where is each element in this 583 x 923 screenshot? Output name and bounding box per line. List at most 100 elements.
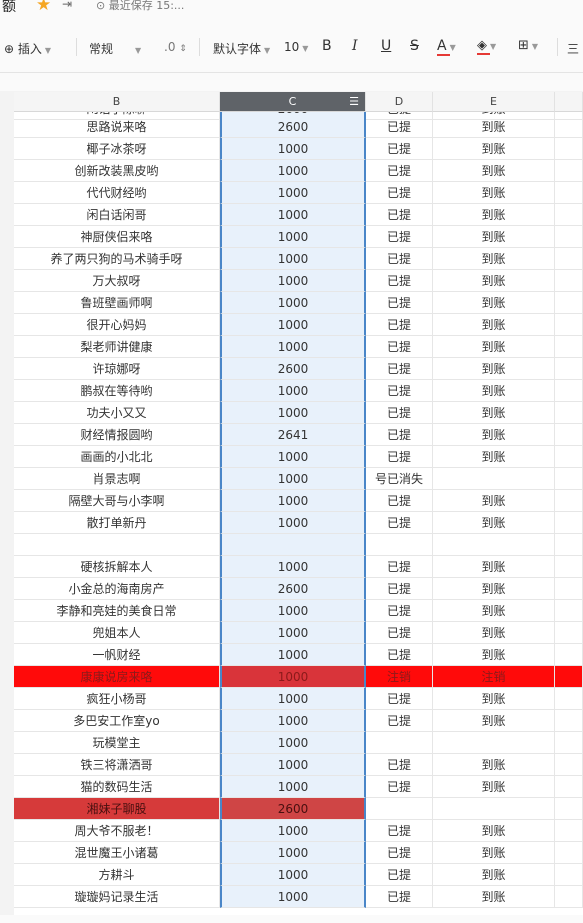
result-cell[interactable]: 到账 xyxy=(433,864,555,886)
name-cell[interactable]: 疯狂小杨哥 xyxy=(14,688,220,710)
status-cell[interactable]: 已提 xyxy=(366,688,433,710)
amount-cell[interactable]: 1000 xyxy=(220,160,366,182)
name-cell[interactable]: 养了两只狗的马术骑手呀 xyxy=(14,248,220,270)
empty-cell[interactable] xyxy=(555,116,583,138)
status-cell[interactable]: 已提 xyxy=(366,336,433,358)
empty-cell[interactable] xyxy=(555,754,583,776)
name-cell[interactable]: 多巴安工作室yo xyxy=(14,710,220,732)
status-cell[interactable]: 已提 xyxy=(366,622,433,644)
result-cell[interactable]: 到账 xyxy=(433,270,555,292)
empty-cell[interactable] xyxy=(555,380,583,402)
name-cell[interactable]: 肖景志啊 xyxy=(14,468,220,490)
italic-button[interactable]: I xyxy=(352,38,358,54)
name-cell[interactable]: 思路说来咯 xyxy=(14,116,220,138)
amount-cell[interactable]: 1000 xyxy=(220,776,366,798)
result-cell[interactable]: 到账 xyxy=(433,116,555,138)
empty-cell[interactable] xyxy=(555,402,583,424)
amount-cell[interactable]: 1000 xyxy=(220,864,366,886)
empty-cell[interactable] xyxy=(555,468,583,490)
result-cell[interactable]: 到账 xyxy=(433,710,555,732)
empty-cell[interactable] xyxy=(555,600,583,622)
empty-cell[interactable] xyxy=(555,512,583,534)
status-cell[interactable]: 已提 xyxy=(366,226,433,248)
border-button[interactable]: ⊞ ▼ xyxy=(518,38,538,53)
name-cell[interactable]: 画画的小北北 xyxy=(14,446,220,468)
name-cell[interactable]: 铁三将潇洒哥 xyxy=(14,754,220,776)
status-cell[interactable]: 已提 xyxy=(366,314,433,336)
amount-cell[interactable]: 1000 xyxy=(220,336,366,358)
empty-cell[interactable] xyxy=(555,160,583,182)
status-cell[interactable]: 已提 xyxy=(366,402,433,424)
text-color-button[interactable]: A ▼ xyxy=(437,38,456,56)
name-cell[interactable]: 一帆财经 xyxy=(14,644,220,666)
amount-cell[interactable]: 2600 xyxy=(220,578,366,600)
empty-cell[interactable] xyxy=(555,644,583,666)
status-cell[interactable]: 已提 xyxy=(366,248,433,270)
amount-cell[interactable]: 1000 xyxy=(220,204,366,226)
name-cell[interactable]: 硬核拆解本人 xyxy=(14,556,220,578)
result-cell[interactable]: 到账 xyxy=(433,578,555,600)
amount-cell[interactable]: 2641 xyxy=(220,424,366,446)
status-cell[interactable]: 已提 xyxy=(366,644,433,666)
status-cell[interactable]: 已提 xyxy=(366,270,433,292)
strikethrough-button[interactable]: S xyxy=(410,38,419,54)
bold-button[interactable]: B xyxy=(322,38,332,54)
empty-cell[interactable] xyxy=(555,732,583,754)
amount-cell[interactable]: 1000 xyxy=(220,600,366,622)
amount-cell[interactable]: 1000 xyxy=(220,842,366,864)
amount-cell[interactable]: 1000 xyxy=(220,754,366,776)
result-cell[interactable]: 到账 xyxy=(433,688,555,710)
empty-cell[interactable] xyxy=(555,292,583,314)
status-cell[interactable]: 号已消失 xyxy=(366,468,433,490)
status-cell[interactable]: 已提 xyxy=(366,424,433,446)
result-cell[interactable]: 到账 xyxy=(433,622,555,644)
name-cell[interactable]: 李静和亮娃的美食日常 xyxy=(14,600,220,622)
result-cell[interactable]: 到账 xyxy=(433,886,555,908)
status-cell[interactable]: 已提 xyxy=(366,380,433,402)
result-cell[interactable]: 到账 xyxy=(433,424,555,446)
result-cell[interactable]: 注销 xyxy=(433,666,555,688)
name-cell[interactable]: 财经情报圆哟 xyxy=(14,424,220,446)
amount-cell[interactable]: 1000 xyxy=(220,182,366,204)
result-cell[interactable]: 到账 xyxy=(433,182,555,204)
empty-cell[interactable] xyxy=(555,336,583,358)
amount-cell[interactable]: 1000 xyxy=(220,512,366,534)
name-cell[interactable]: 神厨侠侣来咯 xyxy=(14,226,220,248)
name-cell[interactable]: 代代财经哟 xyxy=(14,182,220,204)
result-cell[interactable]: 到账 xyxy=(433,138,555,160)
name-cell[interactable]: 混世魔王小诸葛 xyxy=(14,842,220,864)
result-cell[interactable]: 到账 xyxy=(433,314,555,336)
status-cell[interactable]: 已提 xyxy=(366,886,433,908)
name-cell[interactable] xyxy=(14,534,220,556)
result-cell[interactable]: 到账 xyxy=(433,380,555,402)
name-cell[interactable]: 鲁班壁画师啊 xyxy=(14,292,220,314)
result-cell[interactable]: 到账 xyxy=(433,446,555,468)
fill-color-button[interactable]: ◈ ▼ xyxy=(477,38,496,55)
amount-cell[interactable]: 1000 xyxy=(220,270,366,292)
name-cell[interactable]: 很开心妈妈 xyxy=(14,314,220,336)
amount-cell[interactable]: 1000 xyxy=(220,402,366,424)
name-cell[interactable]: 许琼娜呀 xyxy=(14,358,220,380)
result-cell[interactable]: 到账 xyxy=(433,292,555,314)
amount-cell[interactable]: 1000 xyxy=(220,732,366,754)
star-icon[interactable]: ★ xyxy=(36,0,51,15)
result-cell[interactable]: 到账 xyxy=(433,248,555,270)
name-cell[interactable]: 湘妹子聊股 xyxy=(14,798,220,820)
amount-cell[interactable]: 1000 xyxy=(220,886,366,908)
status-cell[interactable]: 已提 xyxy=(366,446,433,468)
result-cell[interactable]: 到账 xyxy=(433,204,555,226)
status-cell[interactable]: 已提 xyxy=(366,204,433,226)
number-format-select[interactable]: 常规 ▼ xyxy=(89,40,141,57)
name-cell[interactable]: 梨老师讲健康 xyxy=(14,336,220,358)
result-cell[interactable]: 到账 xyxy=(433,490,555,512)
empty-cell[interactable] xyxy=(555,666,583,688)
empty-cell[interactable] xyxy=(555,776,583,798)
amount-cell[interactable]: 1000 xyxy=(220,710,366,732)
result-cell[interactable] xyxy=(433,534,555,556)
status-cell[interactable]: 已提 xyxy=(366,512,433,534)
empty-cell[interactable] xyxy=(555,248,583,270)
amount-cell[interactable]: 1000 xyxy=(220,556,366,578)
name-cell[interactable]: 鹏叔在等待哟 xyxy=(14,380,220,402)
empty-cell[interactable] xyxy=(555,864,583,886)
amount-cell[interactable]: 1000 xyxy=(220,622,366,644)
